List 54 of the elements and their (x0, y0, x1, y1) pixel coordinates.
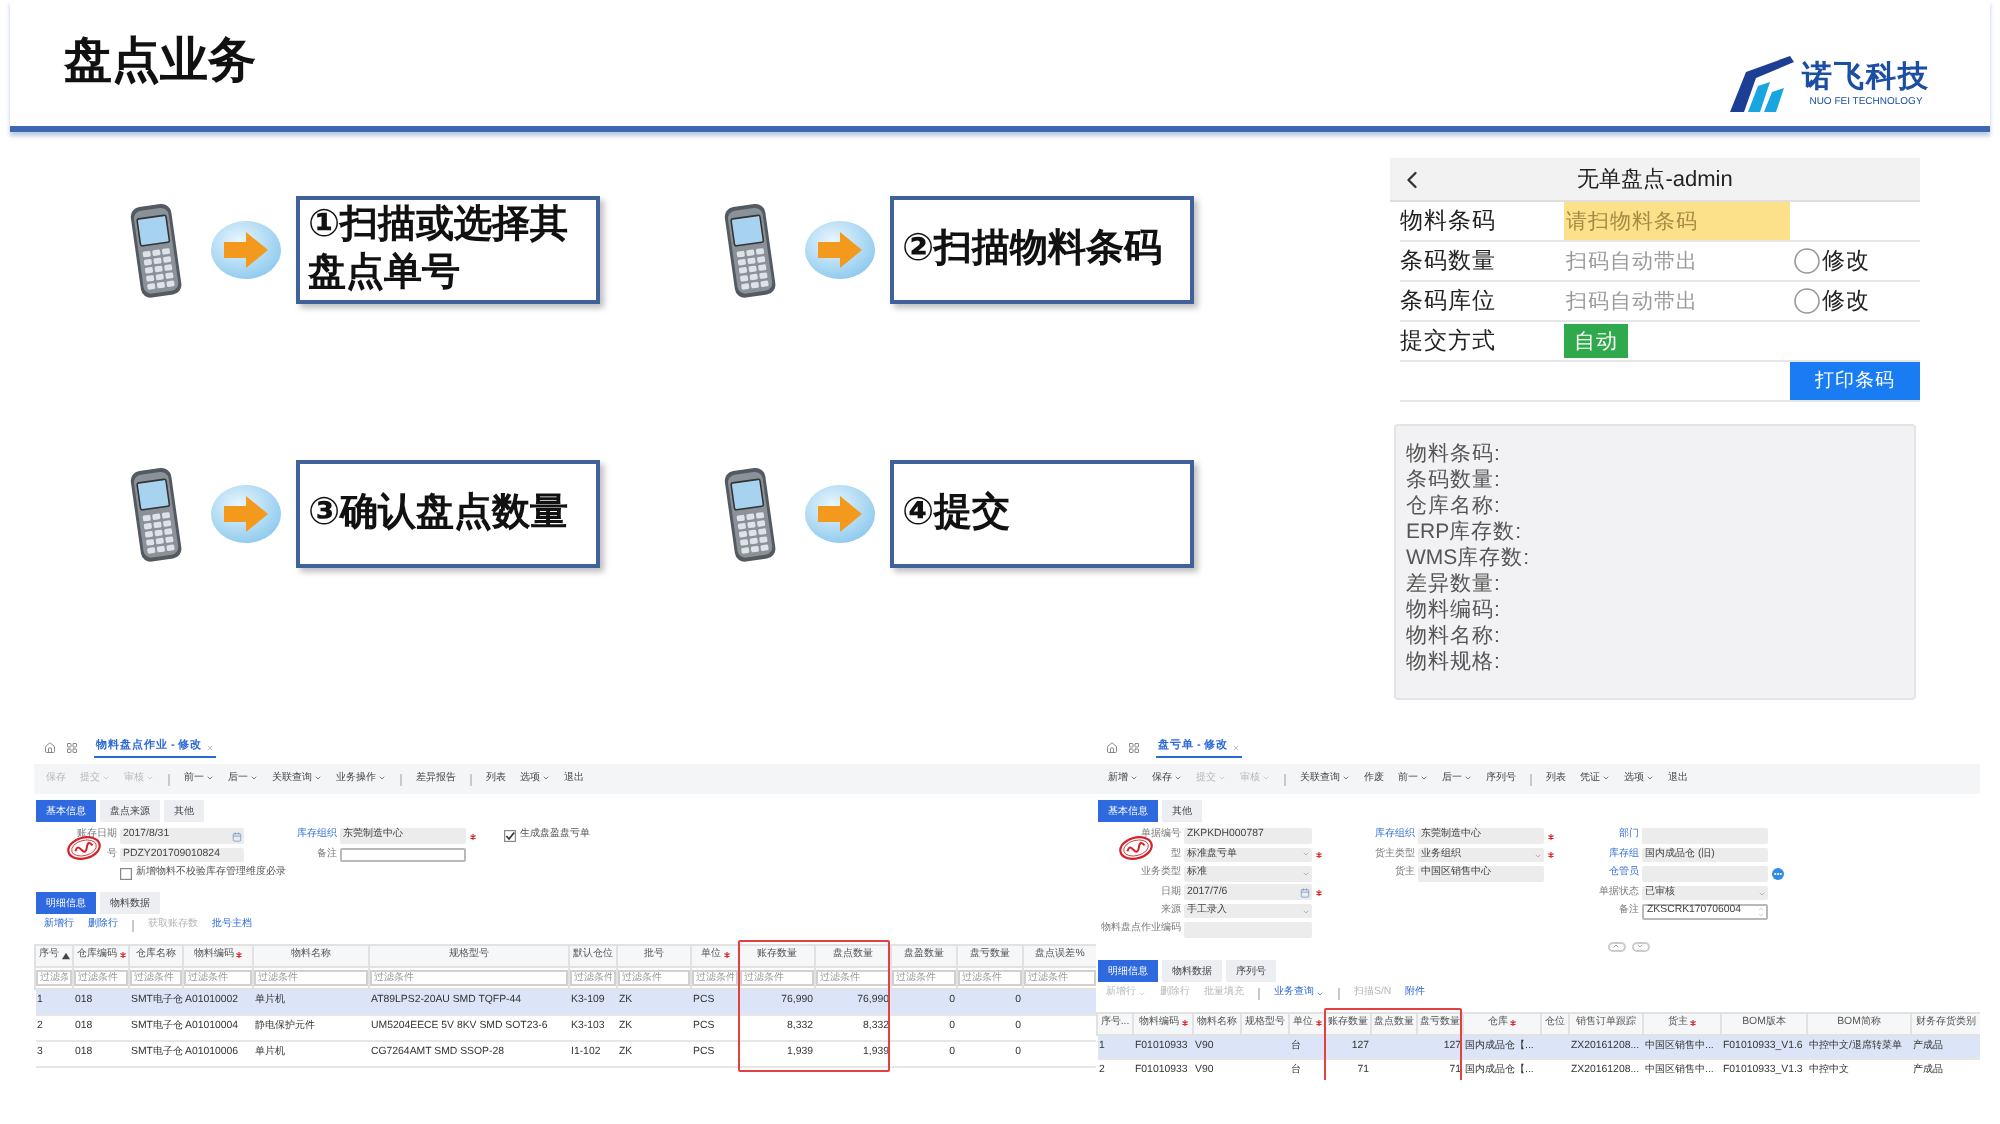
input-field[interactable]: 扫码自动带出 (1564, 282, 1790, 320)
asterisk-icon (1690, 1020, 1696, 1027)
info-label: 物料条码: (1406, 442, 1502, 468)
field-label: 物料条码 (1400, 207, 1498, 236)
info-label: ERP库存数: (1406, 520, 1524, 546)
page-title: 盘点业务 (64, 32, 256, 92)
asterisk-icon (1548, 852, 1554, 858)
radio-icon[interactable] (1794, 248, 1820, 274)
edit-radio[interactable]: 修改 (1794, 286, 1870, 316)
step-card: ④提交 (890, 460, 1194, 568)
step-card: ②扫描物料条码 (890, 196, 1194, 304)
edit-radio[interactable]: 修改 (1794, 246, 1870, 276)
grid-icon[interactable] (1128, 742, 1140, 754)
expand-button[interactable] (1631, 941, 1649, 951)
asterisk-icon (1181, 1020, 1187, 1027)
asterisk-icon (1548, 833, 1554, 839)
asterisk-icon (1316, 889, 1322, 896)
checkbox-icon[interactable] (120, 868, 132, 880)
asterisk-icon (236, 952, 242, 959)
step-card: ③确认盘点数量 (296, 460, 600, 568)
field-label: 提交方式 (1400, 326, 1498, 356)
step-card: ①扫描或选择其盘点单号 (296, 196, 600, 304)
input-field[interactable]: 请扫物料条码 (1564, 202, 1790, 240)
grid-icon[interactable] (66, 742, 78, 754)
info-label: 物料编码: (1406, 598, 1502, 624)
info-label: 物料规格: (1406, 650, 1502, 676)
asterisk-icon (723, 952, 729, 959)
input-field[interactable] (340, 847, 466, 863)
asterisk-icon (1316, 851, 1322, 858)
asterisk-icon (119, 952, 125, 959)
checkbox-icon[interactable] (504, 830, 516, 842)
info-label: 物料名称: (1406, 624, 1502, 650)
field-label: 条码数量 (1400, 247, 1498, 276)
logo-text: 诺飞科技 (1802, 59, 1930, 95)
info-label: WMS库存数: (1406, 546, 1532, 572)
field-label: 条码库位 (1400, 286, 1498, 316)
logo-icon (1728, 54, 1796, 114)
radio-icon[interactable] (1794, 288, 1820, 314)
home-icon[interactable] (44, 742, 56, 754)
asterisk-icon (470, 833, 476, 839)
collapse-button[interactable] (1607, 941, 1625, 951)
info-label: 仓库名称: (1406, 494, 1502, 520)
home-icon[interactable] (1106, 742, 1118, 754)
screen-title: 无单盘点-admin (1575, 165, 1735, 194)
asterisk-icon (1510, 1020, 1516, 1027)
asterisk-icon (1315, 1020, 1321, 1027)
info-label: 差异数量: (1406, 572, 1502, 598)
calendar-icon (1299, 887, 1309, 898)
input-field[interactable]: 扫码自动带出 (1564, 242, 1790, 280)
more-icon[interactable] (1772, 868, 1784, 880)
info-label: 条码数量: (1406, 468, 1502, 494)
calendar-icon (231, 831, 241, 841)
sort-up-icon (61, 951, 69, 960)
print-button[interactable]: 打印条码 (1790, 362, 1920, 400)
